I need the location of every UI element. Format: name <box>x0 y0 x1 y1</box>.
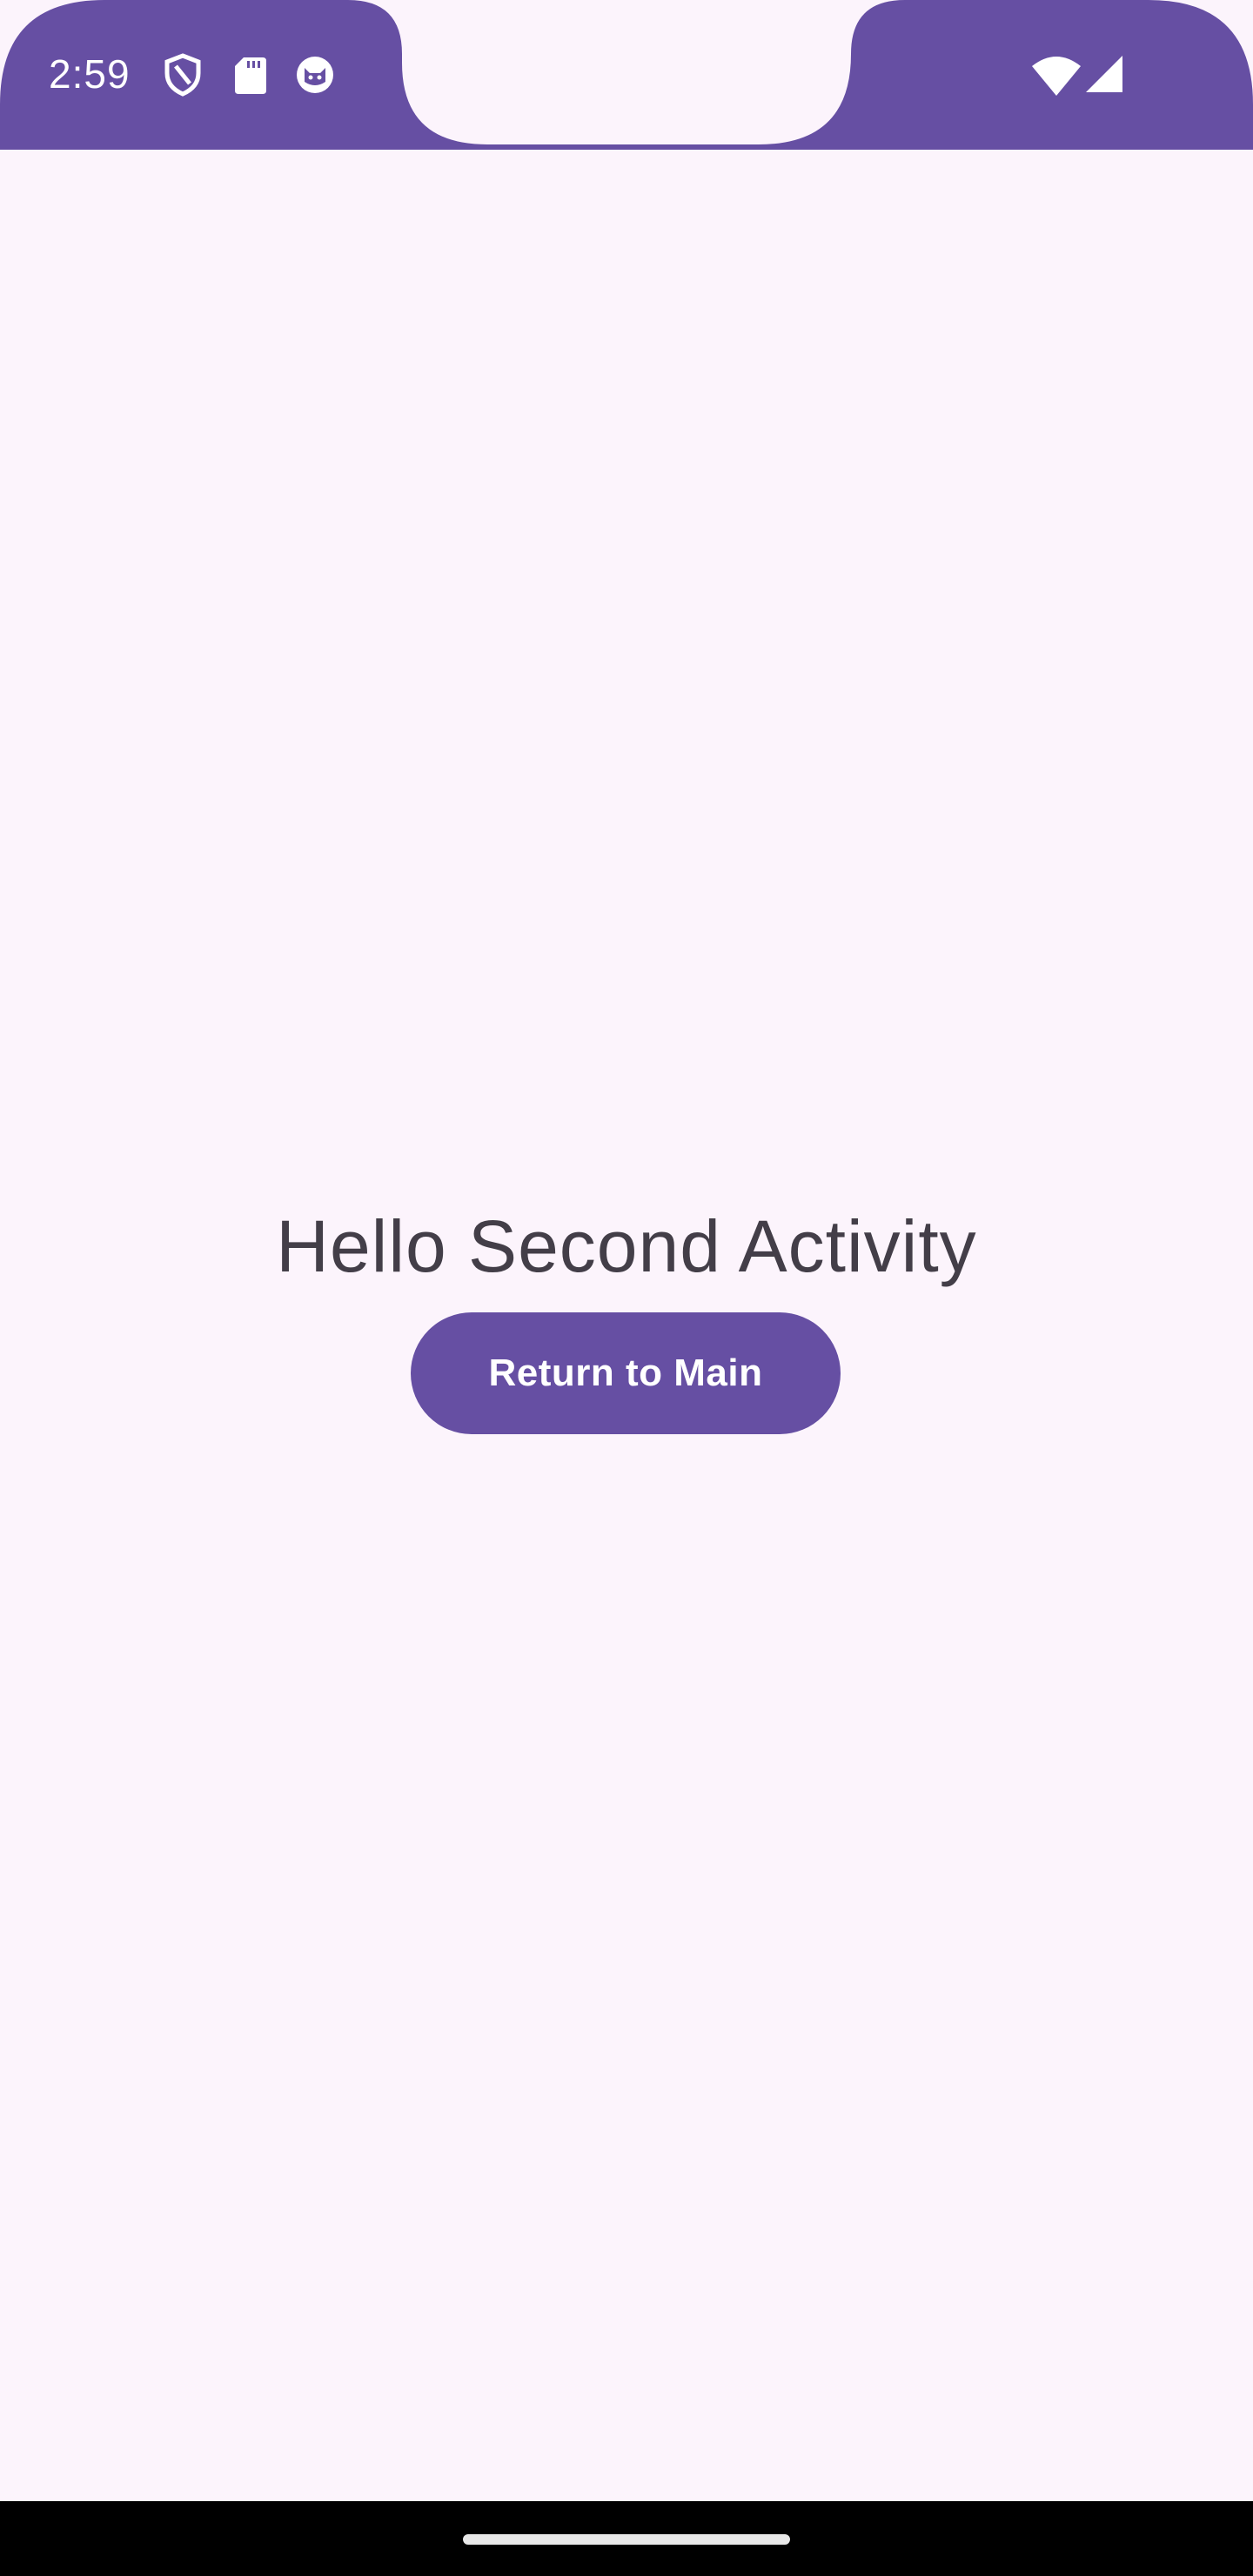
shield-icon <box>162 52 204 97</box>
cell-signal-icon <box>1082 52 1126 97</box>
cat-face-icon <box>294 52 336 97</box>
status-time: 2:59 <box>49 51 131 97</box>
main-content: Hello Second Activity Return to Main <box>0 150 1253 2501</box>
page-heading: Hello Second Activity <box>276 1205 977 1287</box>
status-bar: 2:59 <box>0 0 1253 150</box>
return-to-main-button[interactable]: Return to Main <box>411 1312 841 1434</box>
navigation-bar <box>0 2501 1253 2576</box>
sd-card-icon <box>230 52 271 97</box>
wifi-icon <box>1030 52 1082 97</box>
home-gesture-handle[interactable] <box>463 2534 790 2545</box>
